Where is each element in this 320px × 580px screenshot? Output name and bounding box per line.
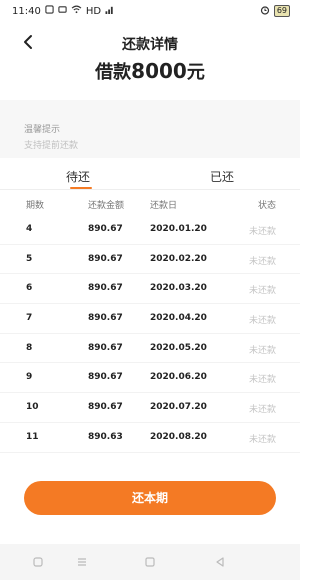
table-row: 11 890.63 2020.08.20 未还款 xyxy=(0,423,300,453)
header-amount: 还款金额 xyxy=(88,201,125,211)
cell-period: 5 xyxy=(26,253,33,264)
cell-period: 11 xyxy=(26,431,39,442)
cell-amount: 890.67 xyxy=(88,402,123,413)
tab-bar: 待还 已还 xyxy=(0,160,300,190)
cell-period: 7 xyxy=(26,313,33,324)
recent-apps-icon[interactable] xyxy=(30,554,46,570)
cell-date: 2020.07.20 xyxy=(150,402,207,413)
menu-icon[interactable] xyxy=(74,554,90,570)
repay-current-period-button[interactable]: 还本期 xyxy=(24,481,276,515)
battery-indicator: 69 xyxy=(273,5,290,17)
table-row: 9 890.67 2020.06.20 未还款 xyxy=(0,363,300,394)
cell-period: 10 xyxy=(26,402,39,413)
cell-status: 未还款 xyxy=(248,227,276,237)
clock-text: 11:40 xyxy=(12,5,41,17)
cell-amount: 890.67 xyxy=(88,224,123,234)
notification-icon xyxy=(45,5,54,17)
cell-period: 9 xyxy=(26,372,33,383)
cell-amount: 890.67 xyxy=(88,253,123,264)
tip-title: 温馨提示 xyxy=(24,125,61,135)
cell-amount: 890.67 xyxy=(88,313,123,324)
cell-status: 未还款 xyxy=(248,286,276,297)
cell-date: 2020.04.20 xyxy=(150,313,207,324)
amount-suffix: 元 xyxy=(186,62,205,83)
cell-amount: 890.67 xyxy=(88,372,123,383)
cell-period: 4 xyxy=(26,224,33,234)
header-period: 期数 xyxy=(26,201,45,211)
table-row: 8 890.67 2020.05.20 未还款 xyxy=(0,334,300,364)
cell-date: 2020.01.20 xyxy=(150,224,207,234)
active-tab-indicator xyxy=(70,187,92,189)
status-left: 11:40 HD xyxy=(12,5,115,17)
tab-done[interactable]: 已还 xyxy=(210,168,234,185)
cell-status: 未还款 xyxy=(248,375,276,386)
cell-date: 2020.02.20 xyxy=(150,253,207,264)
table-row: 6 890.67 2020.03.20 未还款 xyxy=(0,274,300,305)
alarm-icon xyxy=(260,5,270,18)
cell-period: 6 xyxy=(26,283,33,294)
cell-period: 8 xyxy=(26,342,33,353)
header: 还款详情 借款8000元 xyxy=(0,22,300,92)
message-icon xyxy=(58,5,67,17)
cell-date: 2020.03.20 xyxy=(150,283,207,294)
cell-amount: 890.63 xyxy=(88,431,123,442)
tab-pending[interactable]: 待还 xyxy=(66,168,90,185)
loan-amount: 借款8000元 xyxy=(0,58,300,84)
repayment-table: 4 890.67 2020.01.20 未还款 5 890.67 2020.02… xyxy=(0,215,300,453)
signal-text: HD xyxy=(85,5,102,17)
status-bar: 11:40 HD 69 xyxy=(0,0,300,22)
cell-date: 2020.05.20 xyxy=(150,342,207,353)
cell-amount: 890.67 xyxy=(88,283,123,294)
table-header: 期数 还款金额 还款日 状态 xyxy=(0,198,300,214)
signal-icon xyxy=(105,5,115,17)
cell-status: 未还款 xyxy=(248,316,276,327)
status-right: 69 xyxy=(260,5,290,18)
system-nav-bar xyxy=(0,544,300,580)
page-title: 还款详情 xyxy=(122,37,178,53)
table-row: 4 890.67 2020.01.20 未还款 xyxy=(0,215,300,245)
cell-amount: 890.67 xyxy=(88,342,123,353)
cell-date: 2020.08.20 xyxy=(150,431,207,442)
home-icon[interactable] xyxy=(142,554,158,570)
table-row: 5 890.67 2020.02.20 未还款 xyxy=(0,245,300,275)
amount-value: 8000 xyxy=(131,59,187,83)
back-triangle-icon[interactable] xyxy=(212,554,228,570)
header-date: 还款日 xyxy=(150,201,178,211)
tip-text: 支持提前还款 xyxy=(24,141,79,151)
wifi-icon xyxy=(71,5,82,17)
cell-status: 未还款 xyxy=(248,345,276,356)
header-status: 状态 xyxy=(257,201,276,211)
cell-status: 未还款 xyxy=(248,405,276,416)
cell-status: 未还款 xyxy=(248,256,276,267)
cell-date: 2020.06.20 xyxy=(150,372,207,383)
table-row: 7 890.67 2020.04.20 未还款 xyxy=(0,304,300,334)
cell-status: 未还款 xyxy=(248,434,276,445)
table-row: 10 890.67 2020.07.20 未还款 xyxy=(0,393,300,423)
amount-prefix: 借款 xyxy=(95,62,132,83)
